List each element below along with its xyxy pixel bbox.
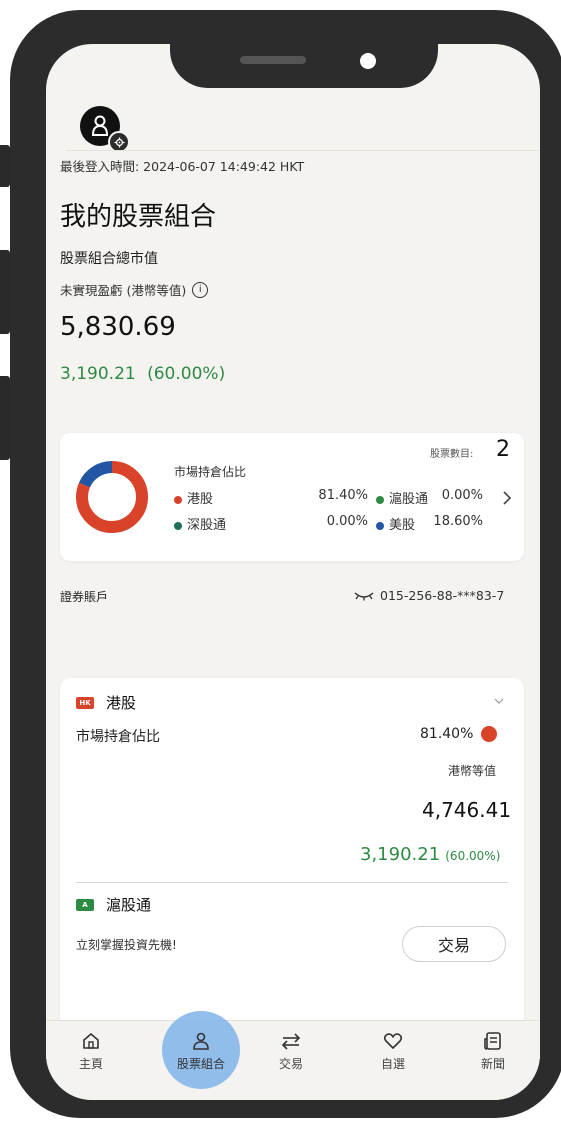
market-hk-pct: 81.40%	[318, 488, 368, 503]
market-sh-name: 滬股通	[389, 492, 429, 507]
market-us-dot	[376, 521, 384, 530]
market-sz-name: 深股通	[187, 518, 227, 533]
account-number: 015-256-88-***83-7	[380, 588, 505, 603]
hk-currency-label: 港幣等值	[448, 764, 497, 778]
total-pnl-pct: (60.00%)	[147, 364, 226, 384]
hk-header[interactable]: HK 港股	[76, 692, 136, 713]
account-number-row[interactable]: 015-256-88-***83-7	[354, 588, 504, 603]
hk-pnl-pct: (60.00%)	[445, 849, 501, 863]
home-icon	[83, 1033, 99, 1049]
market-sh-pct: 0.00%	[441, 488, 483, 503]
nav-trade[interactable]: 交易	[256, 1031, 326, 1072]
speaker	[240, 56, 306, 64]
allocation-donut-chart	[76, 461, 148, 533]
eye-closed-icon[interactable]	[354, 591, 374, 601]
hk-pnl: 3,190.21 (60.00%)	[360, 844, 500, 865]
stock-count-value: 2	[496, 437, 510, 462]
header-divider	[66, 150, 540, 151]
market-detail-card: HK 港股 市場持倉佔比 81.40% 港幣等值 4,746.41 3,190.…	[60, 678, 524, 1078]
section-divider	[76, 882, 508, 883]
market-hk: 港股 81.40%	[174, 488, 368, 507]
allocation-summary-card[interactable]: 股票數目: 2 市場持倉佔比 港股 81.40% 滬股通 0.00% 深股通 0…	[60, 433, 524, 561]
news-icon	[484, 1032, 501, 1050]
total-pnl-value: 3,190.21	[60, 364, 136, 384]
stock-count-label: 股票數目:	[430, 449, 474, 460]
nav-news-label: 新聞	[480, 1057, 505, 1071]
camera	[360, 53, 376, 69]
total-pnl: 3,190.21 (60.00%)	[60, 364, 225, 384]
bottom-nav: 主頁 股票組合 交易 自選 新聞	[46, 1011, 540, 1100]
nav-home-label: 主頁	[78, 1057, 103, 1071]
market-sz: 深股通 0.00%	[174, 514, 368, 533]
nav-portfolio[interactable]: 股票組合	[166, 1031, 236, 1072]
page-title: 我的股票組合	[60, 202, 217, 232]
hk-allocation-label: 市場持倉佔比	[76, 729, 160, 745]
total-market-value: 5,830.69	[60, 312, 176, 342]
market-hk-name: 港股	[187, 492, 214, 507]
volume-up-button	[0, 250, 10, 334]
swap-arrows-icon	[281, 1033, 301, 1050]
phone-frame: 最後登入時間: 2024-06-07 14:49:42 HKT 我的股票組合 股…	[10, 10, 561, 1118]
info-icon[interactable]: i	[192, 281, 209, 298]
unrealized-pnl-row: 未實現盈虧 (港幣等值) i	[60, 280, 209, 299]
hk-allocation-pct: 81.40%	[420, 726, 474, 742]
user-icon	[91, 115, 109, 136]
hk-title: 港股	[106, 694, 137, 712]
nav-watchlist-label: 自選	[380, 1057, 405, 1071]
sh-promo-text: 立刻掌握投資先機!	[76, 938, 177, 952]
mute-switch	[0, 145, 10, 187]
person-icon	[193, 1032, 209, 1050]
hk-flag-tag: HK	[76, 696, 94, 709]
chevron-right-icon[interactable]	[502, 490, 512, 506]
nav-trade-label: 交易	[278, 1057, 303, 1071]
hk-pnl-value: 3,190.21	[360, 844, 441, 865]
chevron-down-icon[interactable]	[494, 698, 504, 704]
total-market-value-label: 股票組合總市值	[60, 251, 158, 267]
nav-home[interactable]: 主頁	[56, 1031, 126, 1072]
market-sh-dot	[376, 495, 384, 504]
hk-allocation-dot	[481, 726, 498, 742]
allocation-label: 市場持倉佔比	[174, 465, 247, 479]
market-sz-pct: 0.00%	[326, 514, 368, 529]
app-screen: 最後登入時間: 2024-06-07 14:49:42 HKT 我的股票組合 股…	[46, 44, 540, 1100]
trade-button[interactable]: 交易	[402, 926, 506, 962]
notch	[170, 20, 438, 88]
sh-header[interactable]: A 滬股通	[76, 894, 151, 915]
securities-account-label: 證券賬戶	[60, 590, 109, 604]
volume-down-button	[0, 376, 10, 460]
last-login-text: 最後登入時間: 2024-06-07 14:49:42 HKT	[60, 159, 305, 174]
hk-market-value: 4,746.41	[422, 798, 512, 822]
nav-news[interactable]: 新聞	[458, 1031, 528, 1072]
heart-icon	[383, 1033, 403, 1049]
market-sz-dot	[174, 521, 182, 530]
market-hk-dot	[174, 495, 182, 504]
hk-allocation: 81.40%	[420, 726, 498, 742]
unrealized-pnl-label: 未實現盈虧 (港幣等值)	[60, 283, 187, 298]
nav-watchlist[interactable]: 自選	[358, 1031, 428, 1072]
market-us-pct: 18.60%	[433, 514, 483, 529]
market-sh: 滬股通 0.00%	[376, 488, 483, 507]
market-us: 美股 18.60%	[376, 514, 483, 533]
sh-title: 滬股通	[106, 896, 152, 914]
sh-flag-tag: A	[76, 898, 94, 911]
market-us-name: 美股	[389, 518, 416, 533]
nav-portfolio-label: 股票組合	[176, 1057, 225, 1071]
